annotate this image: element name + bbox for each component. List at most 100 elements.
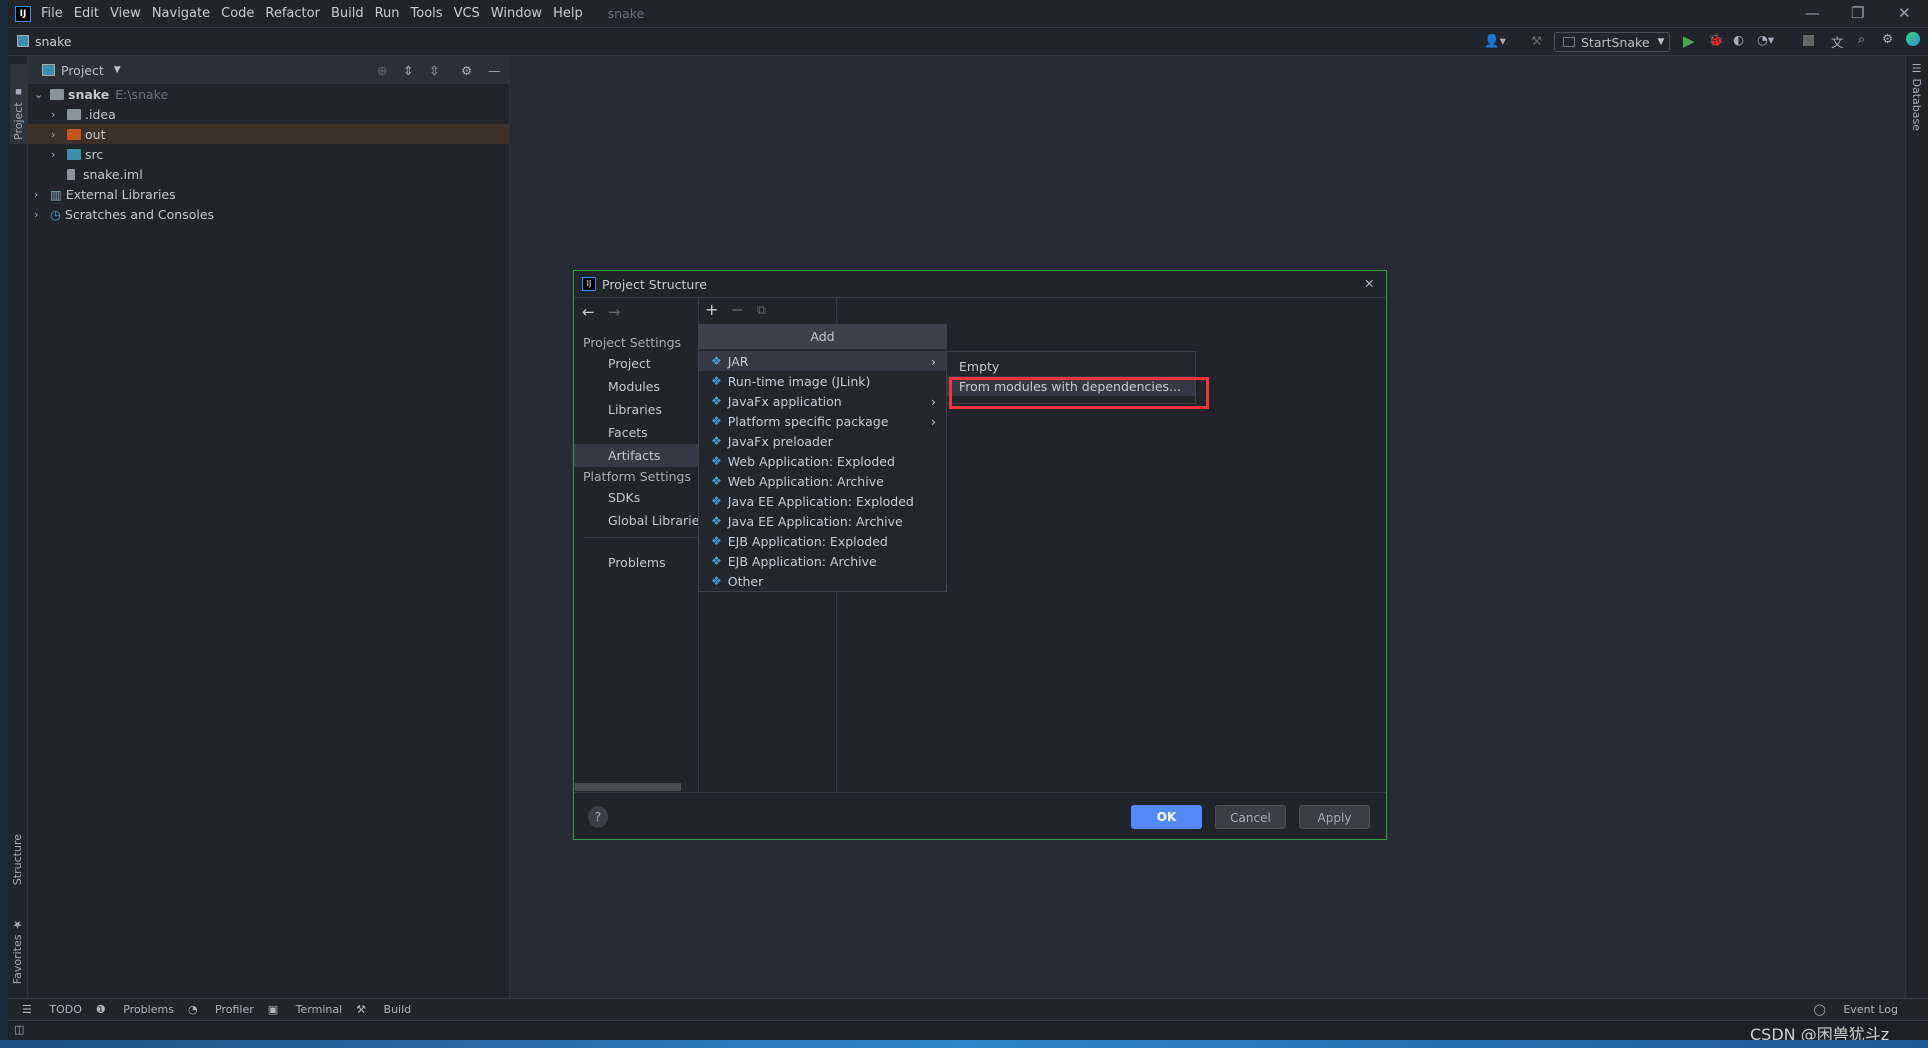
terminal-tab[interactable]: ▣ Terminal [268,1003,342,1016]
chevron-down-icon[interactable]: ▼ [114,65,121,75]
favorites-tool-tab[interactable]: Favorites ★ [11,918,24,984]
tree-item-src[interactable]: › src [28,144,510,164]
build-tab[interactable]: ⚒ Build [356,1003,411,1016]
menu-item-platform-package[interactable]: ❖ Platform specific package › [699,411,946,431]
tree-item-out[interactable]: › out [28,124,510,144]
nav-scrollbar[interactable] [575,783,681,791]
collapse-all-icon[interactable]: ⇳ [429,63,439,78]
menu-window[interactable]: Window [491,6,542,21]
tree-item-snake-iml[interactable]: snake.iml [28,164,510,184]
favorites-tool-label: Favorites [11,934,24,985]
tree-item-external-libraries[interactable]: › ▥ External Libraries [28,184,510,204]
menu-file[interactable]: File [41,6,63,21]
stop-icon[interactable] [1803,35,1814,46]
gear-icon[interactable]: ⚙ [461,63,472,78]
chevron-right-icon[interactable]: › [51,148,63,161]
chevron-down-icon[interactable]: ⌄ [34,88,46,101]
nav-item-modules[interactable]: Modules [608,379,660,394]
menu-item-other[interactable]: ❖ Other [699,571,946,591]
menu-navigate[interactable]: Navigate [152,6,210,21]
menu-refactor[interactable]: Refactor [265,6,320,21]
web-artifact-icon: ❖ [711,454,722,468]
menu-item-javaee-exploded[interactable]: ❖ Java EE Application: Exploded [699,491,946,511]
breadcrumb-project[interactable]: snake [35,34,72,49]
layout-toggle-icon[interactable]: ◫ [14,1023,24,1036]
menu-item-runtime-image[interactable]: ❖ Run-time image (JLink) [699,371,946,391]
apply-button[interactable]: Apply [1299,805,1370,829]
build-hammer-icon[interactable]: ⚒ [1531,33,1542,48]
expand-all-icon[interactable]: ⇕ [403,63,413,78]
tree-item-snake[interactable]: ⌄ snake E:\snake [28,84,510,104]
run-icon[interactable]: ▶ [1683,32,1695,50]
hide-icon[interactable]: — [488,63,501,78]
profile-icon[interactable]: ◔▾ [1757,32,1774,47]
copy-icon[interactable]: ⧉ [757,302,766,318]
run-config-label: StartSnake [1581,34,1650,50]
restore-icon[interactable]: ❐ [1851,4,1864,22]
menu-item-empty[interactable]: Empty [947,356,1195,376]
nav-item-global-libraries[interactable]: Global Libraries [608,513,698,528]
menu-item-label: Other [727,573,764,589]
scratches-icon: ◷ [50,206,61,222]
coverage-icon[interactable]: ◐ [1733,32,1744,47]
menu-view[interactable]: View [110,6,141,21]
tree-label: snake.iml [83,166,143,182]
menu-item-web-archive[interactable]: ❖ Web Application: Archive [699,471,946,491]
menu-item-ejb-archive[interactable]: ❖ EJB Application: Archive [699,551,946,571]
nav-item-problems[interactable]: Problems [608,555,666,570]
cancel-button[interactable]: Cancel [1215,805,1286,829]
nav-item-facets[interactable]: Facets [608,425,648,440]
minimize-icon[interactable]: — [1805,4,1820,22]
locate-icon[interactable]: ⊕ [377,63,387,78]
nav-item-project[interactable]: Project [608,356,651,371]
chevron-right-icon[interactable]: › [34,188,46,201]
translate-icon[interactable]: 文 [1831,32,1844,51]
tree-item-idea[interactable]: › .idea [28,104,510,124]
problems-tab[interactable]: ❶ Problems [96,1003,174,1016]
debug-icon[interactable]: 🐞 [1708,32,1724,48]
menu-edit[interactable]: Edit [74,6,99,21]
help-button[interactable]: ? [588,806,608,828]
close-window-icon[interactable]: ✕ [1898,4,1911,22]
chevron-right-icon[interactable]: › [51,128,63,141]
chevron-right-icon[interactable]: › [51,108,63,121]
gear-icon[interactable]: ⚙ [1882,31,1893,46]
back-arrow-icon[interactable]: ← [582,303,595,321]
forward-arrow-icon[interactable]: → [608,303,621,321]
menu-item-javafx-application[interactable]: ❖ JavaFx application › [699,391,946,411]
todo-tab[interactable]: ☰ TODO [22,1003,82,1016]
account-icon[interactable]: 👤▾ [1484,33,1506,49]
remove-icon[interactable]: − [731,300,744,319]
project-view-selector[interactable]: Project [61,63,104,78]
menu-code[interactable]: Code [221,6,254,21]
menu-run[interactable]: Run [375,6,400,21]
add-icon[interactable]: + [705,300,718,319]
menu-tools[interactable]: Tools [411,6,443,21]
menu-item-web-exploded[interactable]: ❖ Web Application: Exploded [699,451,946,471]
javaee-artifact-icon: ❖ [711,514,722,528]
menu-item-jar[interactable]: ❖ JAR › [699,351,946,371]
menu-item-javaee-archive[interactable]: ❖ Java EE Application: Archive [699,511,946,531]
menu-item-javafx-preloader[interactable]: ❖ JavaFx preloader [699,431,946,451]
nav-item-artifacts[interactable]: Artifacts [608,448,660,463]
ok-button[interactable]: OK [1131,805,1202,829]
event-log-tab[interactable]: ◯ Event Log [1814,1003,1898,1016]
close-icon[interactable]: ✕ [1364,276,1374,291]
menu-item-ejb-exploded[interactable]: ❖ EJB Application: Exploded [699,531,946,551]
tree-item-scratches[interactable]: › ◷ Scratches and Consoles [28,204,510,224]
profiler-tab[interactable]: ◔ Profiler [188,1003,254,1016]
menu-bar: IJ File Edit View Navigate Code Refactor… [8,0,1928,28]
menu-vcs[interactable]: VCS [454,6,480,21]
toolbox-icon[interactable] [1906,32,1920,46]
search-icon[interactable]: ⌕ [1858,31,1865,47]
run-config-selector[interactable]: StartSnake ▼ [1554,32,1670,52]
menu-help[interactable]: Help [553,6,583,21]
project-tool-tab[interactable]: Project ▪ [10,64,27,144]
menu-build[interactable]: Build [331,6,364,21]
menu-item-label: JAR [727,353,749,369]
database-tool-tab[interactable]: ☰ Database [1910,62,1923,131]
nav-item-sdks[interactable]: SDKs [608,490,640,505]
nav-item-libraries[interactable]: Libraries [608,402,662,417]
structure-tool-tab[interactable]: Structure [11,834,24,885]
chevron-right-icon[interactable]: › [34,208,46,221]
